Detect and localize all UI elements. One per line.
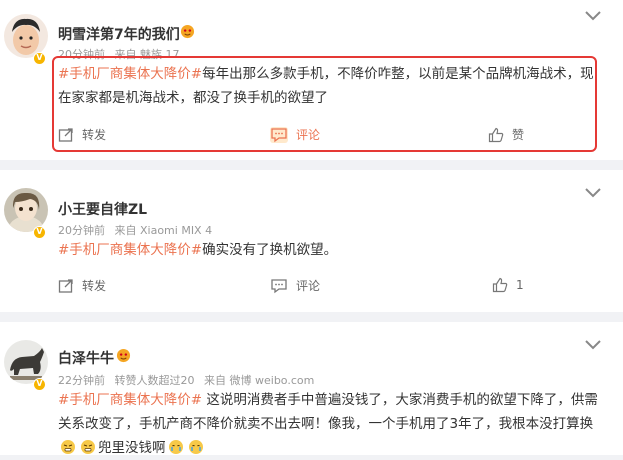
comment-button[interactable]: 评论 xyxy=(270,277,320,294)
post-source: 来自 微博 weibo.com xyxy=(204,374,315,387)
post-card: V 白泽牛牛 22分钟前 转赞人数超过20 来自 微博 weibo.com #手… xyxy=(0,322,623,456)
chevron-down-icon[interactable] xyxy=(585,340,601,350)
hashtag-link[interactable]: #手机厂商集体大降价# xyxy=(58,392,202,408)
repost-button[interactable]: 转发 xyxy=(58,277,106,294)
emoji-icon xyxy=(180,24,195,39)
post-card: V 小王要自律ZL 20分钟前 来自 Xiaomi MIX 4 #手机厂商集体大… xyxy=(0,170,623,312)
vip-badge-icon: V xyxy=(33,378,46,391)
post-reposts: 转赞人数超过20 xyxy=(114,374,195,387)
emoji-icon xyxy=(116,348,131,363)
comment-icon xyxy=(271,278,287,293)
post-text-tail: 兜里没钱啊 xyxy=(98,440,166,456)
post-time[interactable]: 20分钟前 xyxy=(58,224,105,237)
post-time[interactable]: 22分钟前 xyxy=(58,374,105,387)
hashtag-link[interactable]: #手机厂商集体大降价# xyxy=(58,242,202,258)
username[interactable]: 小王要自律ZL xyxy=(58,199,147,219)
username[interactable]: 白泽牛牛 xyxy=(58,348,114,368)
like-icon xyxy=(492,277,508,293)
repost-icon xyxy=(58,278,73,293)
emoji-icon xyxy=(81,440,95,454)
post-meta: 20分钟前 来自 Xiaomi MIX 4 xyxy=(58,222,218,238)
chevron-down-icon[interactable] xyxy=(585,188,601,198)
post-actions: 转发 评论 1 xyxy=(58,277,598,299)
post-text: 确实没有了换机欲望。 xyxy=(202,242,338,258)
like-count: 1 xyxy=(516,278,524,292)
post-content: #手机厂商集体大降价# 这说明消费者手中普遍没钱了，大家消费手机的欲望下降了，供… xyxy=(58,388,598,460)
post-card: V 明雪洋第7年的我们 20分钟前 来自 魅族 17 #手机厂商集体大降价#每年… xyxy=(0,0,623,160)
post-meta: 22分钟前 转赞人数超过20 来自 微博 weibo.com xyxy=(58,372,320,388)
comment-label: 评论 xyxy=(296,279,321,293)
post-content: #手机厂商集体大降价#确实没有了换机欲望。 xyxy=(58,238,598,262)
highlight-annotation xyxy=(52,56,597,152)
post-source: 来自 Xiaomi MIX 4 xyxy=(114,224,213,237)
emoji-icon xyxy=(168,440,183,454)
username[interactable]: 明雪洋第7年的我们 xyxy=(58,24,180,44)
repost-label: 转发 xyxy=(82,279,107,293)
like-button[interactable]: 1 xyxy=(492,277,524,293)
chevron-down-icon[interactable] xyxy=(585,11,601,21)
vip-badge-icon: V xyxy=(33,226,46,239)
emoji-icon xyxy=(188,440,203,454)
vip-badge-icon: V xyxy=(33,52,46,65)
emoji-icon xyxy=(61,440,75,454)
